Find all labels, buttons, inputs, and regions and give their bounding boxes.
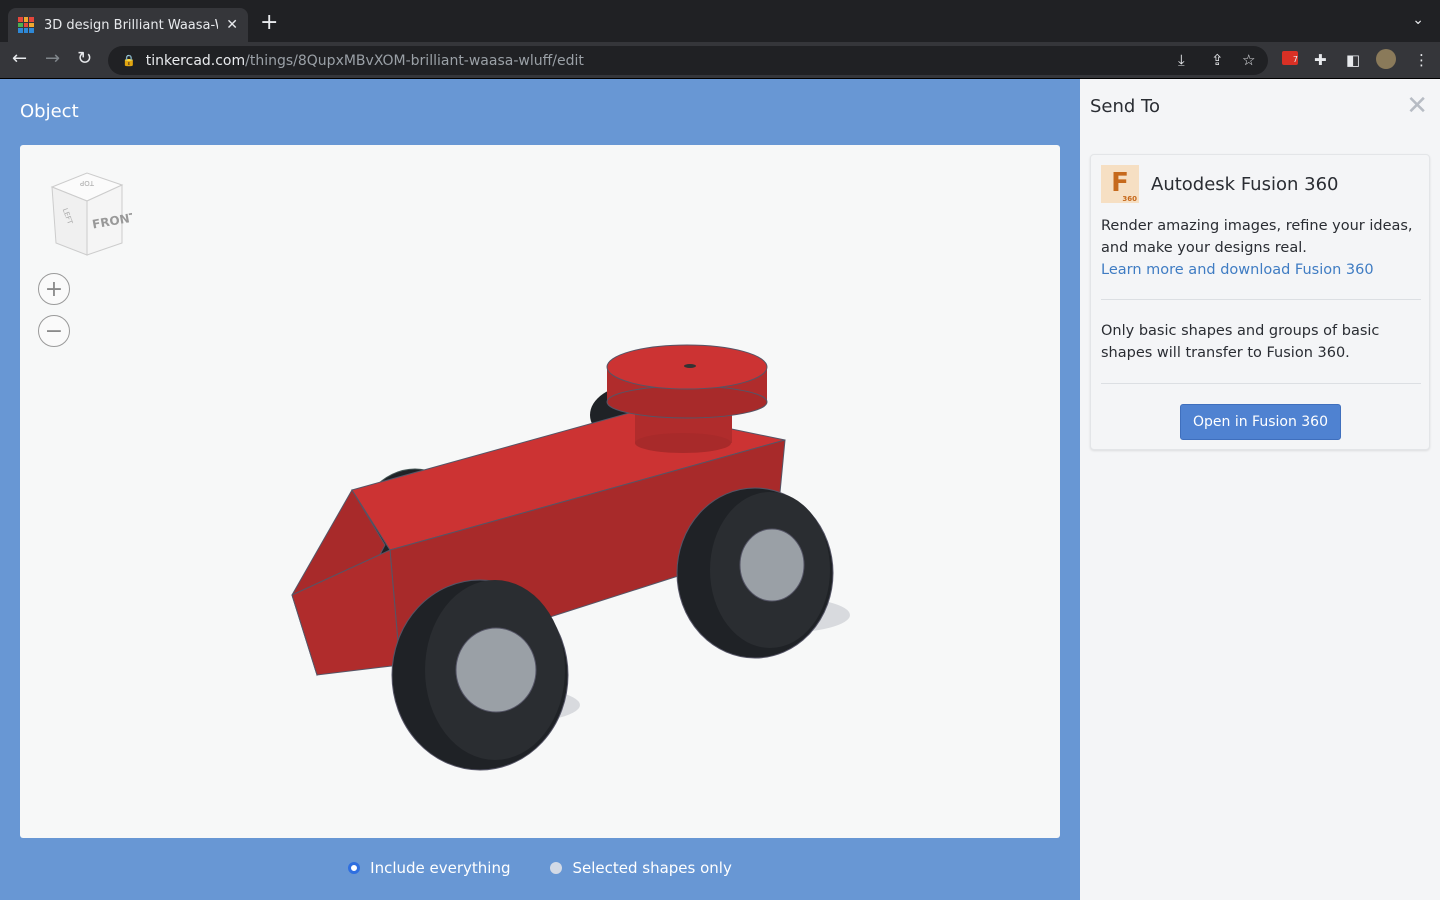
- radio-label: Selected shapes only: [572, 859, 732, 877]
- radio-selected-shapes-only[interactable]: Selected shapes only: [550, 859, 732, 877]
- close-icon[interactable]: ✕: [1406, 91, 1428, 121]
- radio-include-everything[interactable]: Include everything: [348, 859, 510, 877]
- browser-toolbar: ← → ↻ 🔒 tinkercad.com/things/8QupxMBvXOM…: [0, 42, 1440, 79]
- browser-tab-bar: 3D design Brilliant Waasa-Wluff ✕ + ⌄: [0, 0, 1440, 42]
- radio-label: Include everything: [370, 859, 511, 877]
- learn-more-link[interactable]: Learn more and download Fusion 360: [1101, 259, 1421, 281]
- address-bar[interactable]: 🔒 tinkercad.com/things/8QupxMBvXOM-brill…: [108, 46, 1268, 75]
- panel-title: Send To: [1090, 96, 1161, 117]
- divider: [1101, 299, 1421, 300]
- fusion-360-logo: F 360: [1101, 165, 1139, 203]
- radio-selected-icon[interactable]: [348, 862, 361, 874]
- puzzle-icon[interactable]: ✚: [1314, 51, 1327, 69]
- sidepanel-icon[interactable]: ◧: [1346, 51, 1360, 69]
- divider: [1101, 383, 1421, 384]
- forward-icon[interactable]: →: [45, 48, 60, 69]
- lock-icon: 🔒: [122, 54, 136, 67]
- url-host: tinkercad.com: [145, 52, 246, 69]
- radio-unselected-icon[interactable]: [550, 862, 563, 874]
- product-name: Autodesk Fusion 360: [1151, 174, 1339, 195]
- back-icon[interactable]: ←: [12, 48, 27, 69]
- extension-badge: 7: [1292, 55, 1298, 64]
- export-scope-radio-group: Include everything Selected shapes only: [0, 859, 1080, 877]
- 3d-viewport[interactable]: FRONT TOP LEFT + −: [20, 145, 1060, 838]
- browser-tab[interactable]: 3D design Brilliant Waasa-Wluff ✕: [8, 8, 248, 42]
- star-icon[interactable]: ☆: [1242, 51, 1255, 69]
- send-to-panel: Send To ✕ F 360 Autodesk Fusion 360 Rende…: [1080, 79, 1440, 900]
- fusion-card: F 360 Autodesk Fusion 360 Render amazing …: [1090, 154, 1430, 450]
- new-tab-icon[interactable]: +: [260, 10, 278, 35]
- car-model: [291, 344, 850, 771]
- chevron-down-icon[interactable]: ⌄: [1412, 12, 1424, 28]
- tinkercad-favicon: [18, 17, 34, 33]
- avatar[interactable]: [1376, 49, 1396, 69]
- close-tab-icon[interactable]: ✕: [226, 17, 238, 33]
- object-title: Object: [20, 101, 79, 122]
- url-path: /things/8QupxMBvXOM-brilliant-waasa-wluf…: [245, 52, 584, 69]
- share-icon[interactable]: ⇪: [1211, 51, 1224, 69]
- install-icon[interactable]: ⤓: [1178, 51, 1185, 69]
- extension-icon[interactable]: 7: [1282, 51, 1298, 65]
- product-description: Render amazing images, refine your ideas…: [1101, 215, 1421, 281]
- menu-icon[interactable]: ⋮: [1414, 51, 1429, 69]
- tab-title: 3D design Brilliant Waasa-Wluff: [44, 17, 218, 33]
- open-in-fusion-button[interactable]: Open in Fusion 360: [1180, 404, 1341, 440]
- object-preview-area: Object FRONT TOP LEFT + − Include everyt…: [0, 79, 1080, 900]
- reload-icon[interactable]: ↻: [77, 48, 92, 69]
- transfer-note: Only basic shapes and groups of basic sh…: [1101, 323, 1380, 361]
